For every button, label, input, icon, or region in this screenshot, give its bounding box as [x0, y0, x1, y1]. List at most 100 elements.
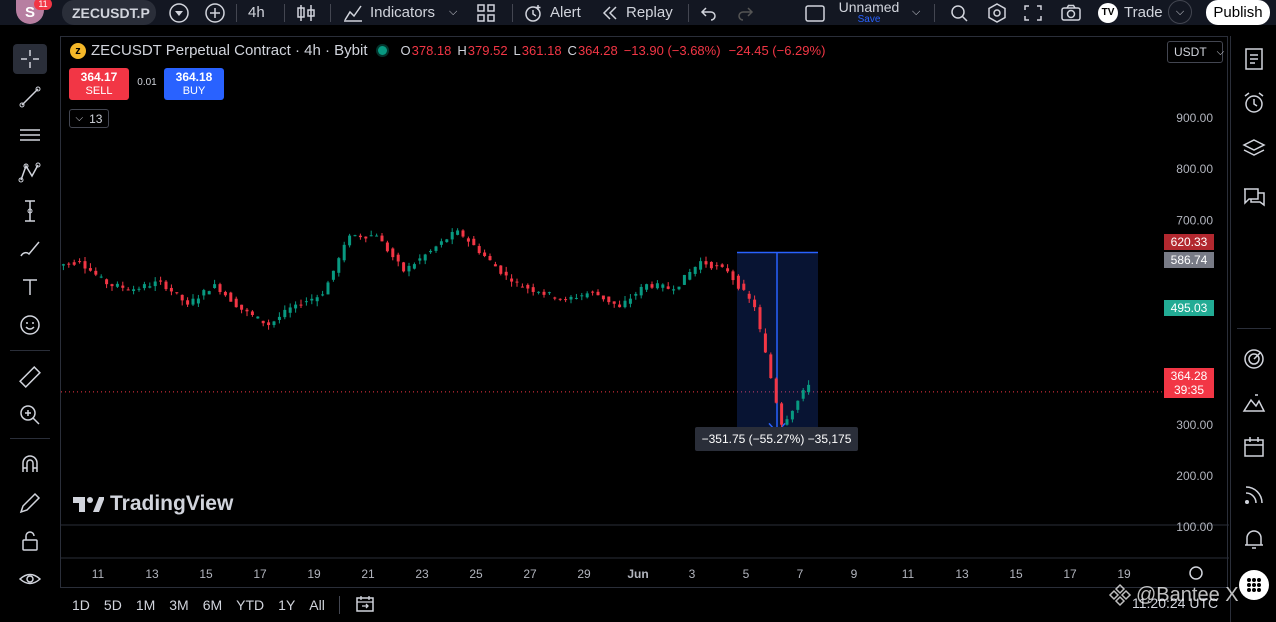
x-tick-label: 17	[253, 567, 267, 581]
date-range-icon[interactable]	[354, 594, 376, 617]
pattern-icon[interactable]	[13, 158, 47, 188]
x-tick-label: 13	[145, 567, 159, 581]
crosshair-icon[interactable]	[13, 44, 47, 74]
trade-button[interactable]: TV Trade	[1092, 0, 1169, 25]
publish-button[interactable]: Publish	[1206, 0, 1270, 25]
candle-body	[229, 292, 233, 302]
x-tick-label: 23	[415, 567, 429, 581]
timeframe-ytd[interactable]: YTD	[236, 597, 264, 613]
currency-select[interactable]: USDT ⌵	[1167, 41, 1224, 63]
top-toolbar: S 11 ZECUSDT.P 4h Indicators ⌵ Alert Rep…	[0, 0, 1276, 25]
candle-body	[337, 258, 341, 273]
settings-gear-icon[interactable]	[980, 0, 1014, 25]
ruler-icon[interactable]	[13, 362, 47, 392]
alert-button[interactable]: Alert	[516, 0, 587, 25]
favorite-icon[interactable]	[162, 0, 196, 25]
eye-icon[interactable]	[13, 564, 47, 594]
chat-icon[interactable]	[1239, 182, 1269, 212]
candle-body	[655, 283, 659, 289]
candle-body	[375, 235, 379, 237]
candle-body	[569, 296, 573, 300]
x-tick-label: 25	[469, 567, 483, 581]
indicators-toggle[interactable]: ⌵ 13	[69, 109, 109, 128]
candle-body	[110, 284, 114, 287]
timeframe-3m[interactable]: 3M	[169, 597, 188, 613]
sell-button[interactable]: 364.17 SELL	[69, 68, 129, 100]
binance-watermark: @Bantee X	[1108, 583, 1239, 607]
brush-icon[interactable]	[13, 234, 47, 264]
candle-body	[175, 292, 179, 294]
layout-icon[interactable]	[798, 0, 832, 25]
forecast-icon[interactable]	[13, 196, 47, 226]
candle-body	[418, 258, 422, 261]
chevron-down-icon[interactable]: ⌵	[1168, 0, 1192, 24]
candle-body	[326, 282, 330, 295]
timeframe-bar: 1D 5D 1M 3M 6M YTD 1Y All	[60, 588, 1230, 622]
high-value: 379.52	[467, 43, 508, 58]
symbol-title[interactable]: ZECUSDT Perpetual Contract · 4h · Bybit	[91, 42, 368, 59]
y-tick-label: 900.00	[1176, 111, 1213, 125]
emoji-icon[interactable]	[13, 310, 47, 340]
magnet-icon[interactable]	[13, 450, 47, 480]
watchlist-icon[interactable]	[1239, 44, 1269, 74]
trend-line-icon[interactable]	[13, 82, 47, 112]
calendar-icon[interactable]	[1239, 432, 1269, 462]
timeframe-5d[interactable]: 5D	[104, 597, 122, 613]
price-chart[interactable]: 900.00800.00700.00400.00300.00200.00100.…	[61, 37, 1229, 589]
apps-grid-icon[interactable]	[1239, 570, 1269, 600]
quantity-value[interactable]: 0.01	[130, 77, 164, 88]
undo-icon[interactable]	[692, 0, 724, 25]
symbol-search-button[interactable]: ZECUSDT.P	[62, 0, 156, 25]
low-value: 361.18	[521, 43, 562, 58]
chart-type-icon[interactable]	[290, 0, 322, 25]
horizontal-lines-icon[interactable]	[13, 120, 47, 150]
ideas-icon[interactable]	[1239, 388, 1269, 418]
right-sidebar	[1230, 36, 1276, 622]
candle-body	[780, 403, 784, 425]
quick-search-icon[interactable]	[942, 0, 976, 25]
camera-icon[interactable]	[1054, 0, 1088, 25]
buy-button[interactable]: 364.18 BUY	[164, 68, 224, 100]
candle-body	[520, 286, 524, 288]
timeframe-1y[interactable]: 1Y	[278, 597, 295, 613]
binance-logo-icon	[1108, 583, 1132, 607]
interval-button[interactable]: 4h	[242, 0, 271, 25]
candle-body	[186, 300, 190, 305]
candle-body	[682, 274, 686, 285]
pencil-lock-icon[interactable]	[13, 488, 47, 518]
candle-body	[666, 286, 670, 289]
timeframe-1d[interactable]: 1D	[72, 597, 90, 613]
zoom-in-icon[interactable]	[13, 400, 47, 430]
candle-body	[742, 283, 746, 290]
alerts-clock-icon[interactable]	[1239, 88, 1269, 118]
candle-body	[294, 304, 298, 309]
measure-label: −351.75 (−55.27%) −35,175	[695, 427, 858, 451]
lock-icon[interactable]	[13, 526, 47, 556]
target-icon[interactable]	[1239, 344, 1269, 374]
candle-body	[67, 263, 71, 265]
add-symbol-icon[interactable]	[198, 0, 232, 25]
broadcast-icon[interactable]	[1239, 480, 1269, 510]
candle-body	[564, 299, 568, 301]
chart-pane[interactable]: 900.00800.00700.00400.00300.00200.00100.…	[60, 36, 1229, 589]
candle-body	[283, 309, 287, 318]
binance-watermark-text: @Bantee X	[1136, 583, 1239, 606]
fullscreen-icon[interactable]	[1016, 0, 1050, 25]
candle-body	[591, 291, 595, 293]
rewind-icon	[602, 5, 617, 20]
timeframe-6m[interactable]: 6M	[203, 597, 222, 613]
replay-button[interactable]: Replay	[594, 0, 679, 25]
candle-body	[153, 281, 157, 287]
notifications-bell-icon[interactable]	[1239, 524, 1269, 554]
templates-icon[interactable]	[470, 0, 502, 25]
timeframe-all[interactable]: All	[309, 597, 325, 613]
layers-icon[interactable]	[1239, 134, 1269, 164]
text-icon[interactable]	[13, 272, 47, 302]
timeframe-1m[interactable]: 1M	[136, 597, 155, 613]
candle-body	[596, 291, 600, 296]
redo-icon[interactable]	[730, 0, 762, 25]
candle-body	[558, 298, 562, 300]
indicators-button[interactable]: Indicators ⌵	[336, 0, 463, 25]
chevron-down-icon[interactable]: ⌵	[906, 0, 926, 25]
layout-name-button[interactable]: Unnamed Save	[836, 0, 902, 25]
